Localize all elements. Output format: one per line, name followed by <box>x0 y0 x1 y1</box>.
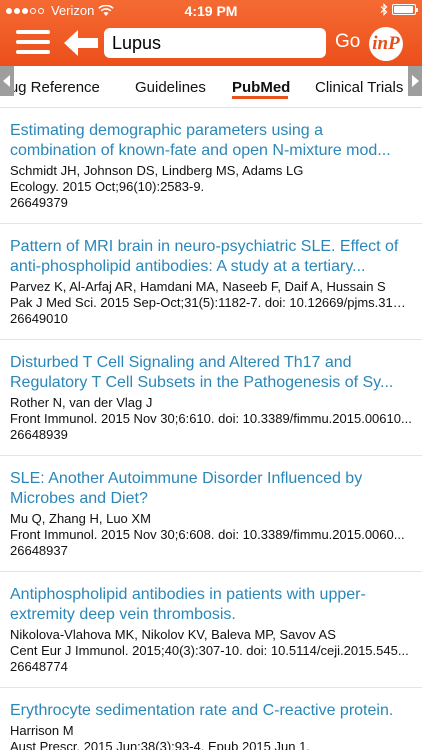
result-citation: Front Immunol. 2015 Nov 30;6:610. doi: 1… <box>10 411 412 426</box>
result-authors: Harrison M <box>10 723 74 738</box>
result-authors: Rother N, van der Vlag J <box>10 395 153 410</box>
list-item[interactable]: Estimating demographic parameters using … <box>0 108 422 224</box>
app-header: Verizon 4:19 PM Go inP <box>0 0 422 66</box>
tabs-scroll-right-button[interactable] <box>408 66 422 96</box>
battery-icon <box>392 4 418 15</box>
result-authors: Mu Q, Zhang H, Luo XM <box>10 511 151 526</box>
result-citation: Cent Eur J Immunol. 2015;40(3):307-10. d… <box>10 643 409 658</box>
menu-button[interactable] <box>16 30 50 58</box>
bluetooth-icon <box>380 3 388 16</box>
status-right <box>380 3 418 16</box>
chevron-right-icon <box>412 75 419 87</box>
result-pmid: 26649010 <box>10 311 68 326</box>
result-pmid: 26648939 <box>10 427 68 442</box>
list-item[interactable]: Antiphospholipid antibodies in patients … <box>0 572 422 688</box>
tab-clinical-trials[interactable]: Clinical Trials <box>315 79 403 96</box>
tab-pubmed[interactable]: PubMed <box>232 79 290 96</box>
result-title[interactable]: Antiphospholipid antibodies in patients … <box>10 585 412 625</box>
list-item[interactable]: Pattern of MRI brain in neuro-psychiatri… <box>0 224 422 340</box>
menu-icon-bar <box>16 50 50 54</box>
menu-icon-bar <box>16 40 50 44</box>
result-pmid: 26648774 <box>10 659 68 674</box>
list-item[interactable]: Erythrocyte sedimentation rate and C-rea… <box>0 688 422 750</box>
result-authors: Nikolova-Vlahova MK, Nikolov KV, Baleva … <box>10 627 336 642</box>
chevron-left-icon <box>3 75 10 87</box>
result-pmid: 26649379 <box>10 195 68 210</box>
result-pmid: 26648937 <box>10 543 68 558</box>
result-citation: Front Immunol. 2015 Nov 30;6:608. doi: 1… <box>10 527 405 542</box>
tab-drug-reference[interactable]: Drug Reference <box>0 79 100 96</box>
result-authors: Parvez K, Al-Arfaj AR, Hamdani MA, Nasee… <box>10 279 386 294</box>
nav-row: Go inP <box>0 22 422 64</box>
tabs-scroll-left-button[interactable] <box>0 66 14 96</box>
list-item[interactable]: SLE: Another Autoimmune Disorder Influen… <box>0 456 422 572</box>
status-time: 4:19 PM <box>184 3 238 19</box>
result-title[interactable]: Disturbed T Cell Signaling and Altered T… <box>10 353 412 393</box>
search-input[interactable] <box>104 28 326 58</box>
back-arrow-icon[interactable] <box>64 30 98 56</box>
result-citation: Pak J Med Sci. 2015 Sep-Oct;31(5):1182-7… <box>10 295 412 310</box>
tab-bar: Drug Reference Guidelines PubMed Clinica… <box>0 66 422 108</box>
list-item[interactable]: Disturbed T Cell Signaling and Altered T… <box>0 340 422 456</box>
battery-level <box>394 6 413 13</box>
result-citation: Aust Prescr. 2015 Jun;38(3):93-4. Epub 2… <box>10 739 310 750</box>
status-bar: Verizon 4:19 PM <box>0 0 422 20</box>
result-citation: Ecology. 2015 Oct;96(10):2583-9. <box>10 179 205 194</box>
tab-guidelines[interactable]: Guidelines <box>135 79 206 96</box>
result-title[interactable]: Estimating demographic parameters using … <box>10 121 412 161</box>
result-title[interactable]: SLE: Another Autoimmune Disorder Influen… <box>10 469 412 509</box>
result-authors: Schmidt JH, Johnson DS, Lindberg MS, Ada… <box>10 163 304 178</box>
result-title[interactable]: Erythrocyte sedimentation rate and C-rea… <box>10 701 412 721</box>
active-tab-indicator <box>232 96 288 99</box>
search-results-list: Estimating demographic parameters using … <box>0 108 422 750</box>
app-logo[interactable]: inP <box>369 27 403 61</box>
result-title[interactable]: Pattern of MRI brain in neuro-psychiatri… <box>10 237 412 277</box>
go-button[interactable]: Go <box>335 31 360 53</box>
menu-icon-bar <box>16 30 50 34</box>
